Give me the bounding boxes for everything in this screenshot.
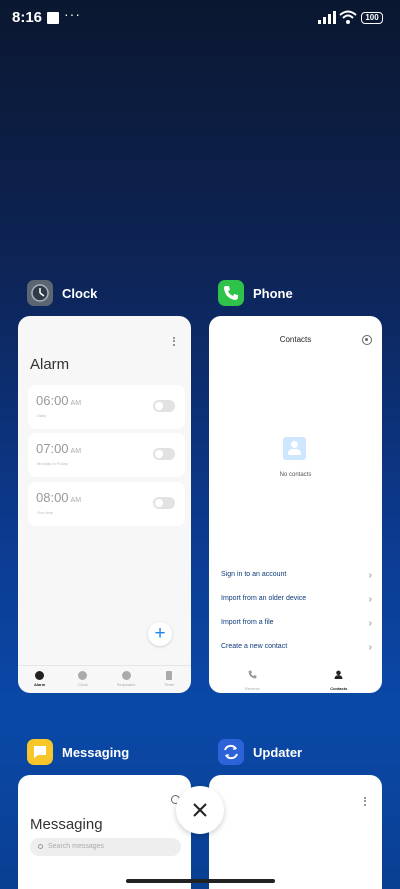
chevron-right-icon: › <box>368 618 372 629</box>
sign-in-account-link[interactable]: Sign in to an account › <box>221 571 372 585</box>
alarm-repeat: Daily <box>37 413 46 418</box>
more-notifications-icon: ··· <box>64 6 81 22</box>
alarm-time: 08:00 <box>36 490 69 505</box>
alarm-time: 07:00 <box>36 441 69 456</box>
tab-label: Contacts <box>330 686 348 691</box>
empty-contacts-icon <box>283 437 306 460</box>
tab-alarm[interactable]: Alarm <box>18 666 61 693</box>
action-label: Import from a file <box>221 619 274 626</box>
stopwatch-icon <box>121 671 131 680</box>
phone-app-name: Phone <box>253 285 293 301</box>
tab-timer[interactable]: Timer <box>148 666 191 693</box>
messaging-title: Messaging <box>30 816 103 833</box>
alarm-ampm: AM <box>70 497 82 504</box>
add-alarm-button[interactable]: + <box>148 622 172 646</box>
search-icon <box>38 844 43 849</box>
clear-all-button[interactable] <box>176 786 224 834</box>
more-options-icon[interactable] <box>364 795 368 807</box>
battery-icon: 100 <box>361 12 383 24</box>
tab-label: Alarm <box>33 682 46 687</box>
updater-app-name: Updater <box>253 744 303 760</box>
action-label: Create a new contact <box>221 643 288 650</box>
phone-app-card[interactable]: Contacts No contacts Sign in to an accou… <box>209 316 382 693</box>
messaging-app-header[interactable]: Messaging <box>27 738 129 766</box>
tab-label: Stopwatch <box>116 682 136 687</box>
status-bar: 8:16 ··· 100 <box>0 0 400 36</box>
tab-recents[interactable]: Recents <box>209 665 296 693</box>
notification-square-icon <box>47 12 59 24</box>
create-contact-link[interactable]: Create a new contact › <box>221 643 372 657</box>
alarm-toggle[interactable] <box>153 448 175 460</box>
clock-icon <box>78 671 88 680</box>
person-icon <box>334 670 343 679</box>
clock-app-card[interactable]: Alarm 06:00 AM Daily 07:00 AM Monday to Fr… <box>18 316 191 693</box>
clock-bottom-nav: Alarm Clock Stopwatch Timer <box>18 665 191 693</box>
hourglass-icon <box>166 671 173 680</box>
home-indicator[interactable] <box>126 879 275 883</box>
contacts-title: Contacts <box>279 335 312 344</box>
alarm-ampm: AM <box>70 448 82 455</box>
tab-label: Timer <box>164 682 175 687</box>
search-placeholder: Search messages <box>48 843 105 850</box>
action-label: Sign in to an account <box>221 571 287 578</box>
settings-icon[interactable] <box>362 335 372 345</box>
import-older-device-link[interactable]: Import from an older device › <box>221 595 372 609</box>
phone-app-icon <box>218 280 244 306</box>
search-input[interactable]: Search messages <box>30 838 181 856</box>
tab-label: Recents <box>244 686 260 691</box>
more-options-icon[interactable] <box>173 335 177 347</box>
messaging-app-card[interactable]: Messaging Search messages <box>18 775 191 889</box>
messaging-app-name: Messaging <box>62 744 130 760</box>
alarm-title: Alarm <box>30 356 70 373</box>
chevron-right-icon: › <box>368 570 372 581</box>
wifi-icon <box>339 10 357 24</box>
alarm-repeat: Monday to Friday <box>37 461 68 466</box>
alarm-toggle[interactable] <box>153 497 175 509</box>
alarm-ampm: AM <box>70 400 82 407</box>
empty-contacts-text: No contacts <box>279 472 312 478</box>
alarm-icon <box>35 671 45 680</box>
phone-icon <box>248 670 257 679</box>
alarm-repeat: One time <box>37 510 54 515</box>
tab-clock[interactable]: Clock <box>61 666 104 693</box>
alarm-time: 06:00 <box>36 393 69 408</box>
updater-app-card[interactable] <box>209 775 382 889</box>
updater-app-header[interactable]: Updater <box>218 738 302 766</box>
status-time: 8:16 <box>12 9 43 26</box>
alarm-item[interactable]: 06:00 AM Daily <box>28 385 185 429</box>
action-label: Import from an older device <box>221 595 307 602</box>
phone-bottom-nav: Recents Contacts <box>209 665 382 693</box>
clock-app-header[interactable]: Clock <box>27 279 97 307</box>
alarm-item[interactable]: 08:00 AM One time <box>28 482 185 526</box>
close-icon <box>193 803 207 817</box>
tab-label: Clock <box>77 682 88 687</box>
chevron-right-icon: › <box>368 642 372 653</box>
import-file-link[interactable]: Import from a file › <box>221 619 372 633</box>
clock-app-icon <box>27 280 53 306</box>
tab-contacts[interactable]: Contacts <box>296 665 383 693</box>
tab-stopwatch[interactable]: Stopwatch <box>105 666 148 693</box>
messaging-app-icon <box>27 739 53 765</box>
signal-icon <box>318 11 336 24</box>
phone-app-header[interactable]: Phone <box>218 279 293 307</box>
alarm-toggle[interactable] <box>153 400 175 412</box>
alarm-item[interactable]: 07:00 AM Monday to Friday <box>28 433 185 477</box>
clock-app-name: Clock <box>62 285 98 301</box>
updater-app-icon <box>218 739 244 765</box>
chevron-right-icon: › <box>368 594 372 605</box>
